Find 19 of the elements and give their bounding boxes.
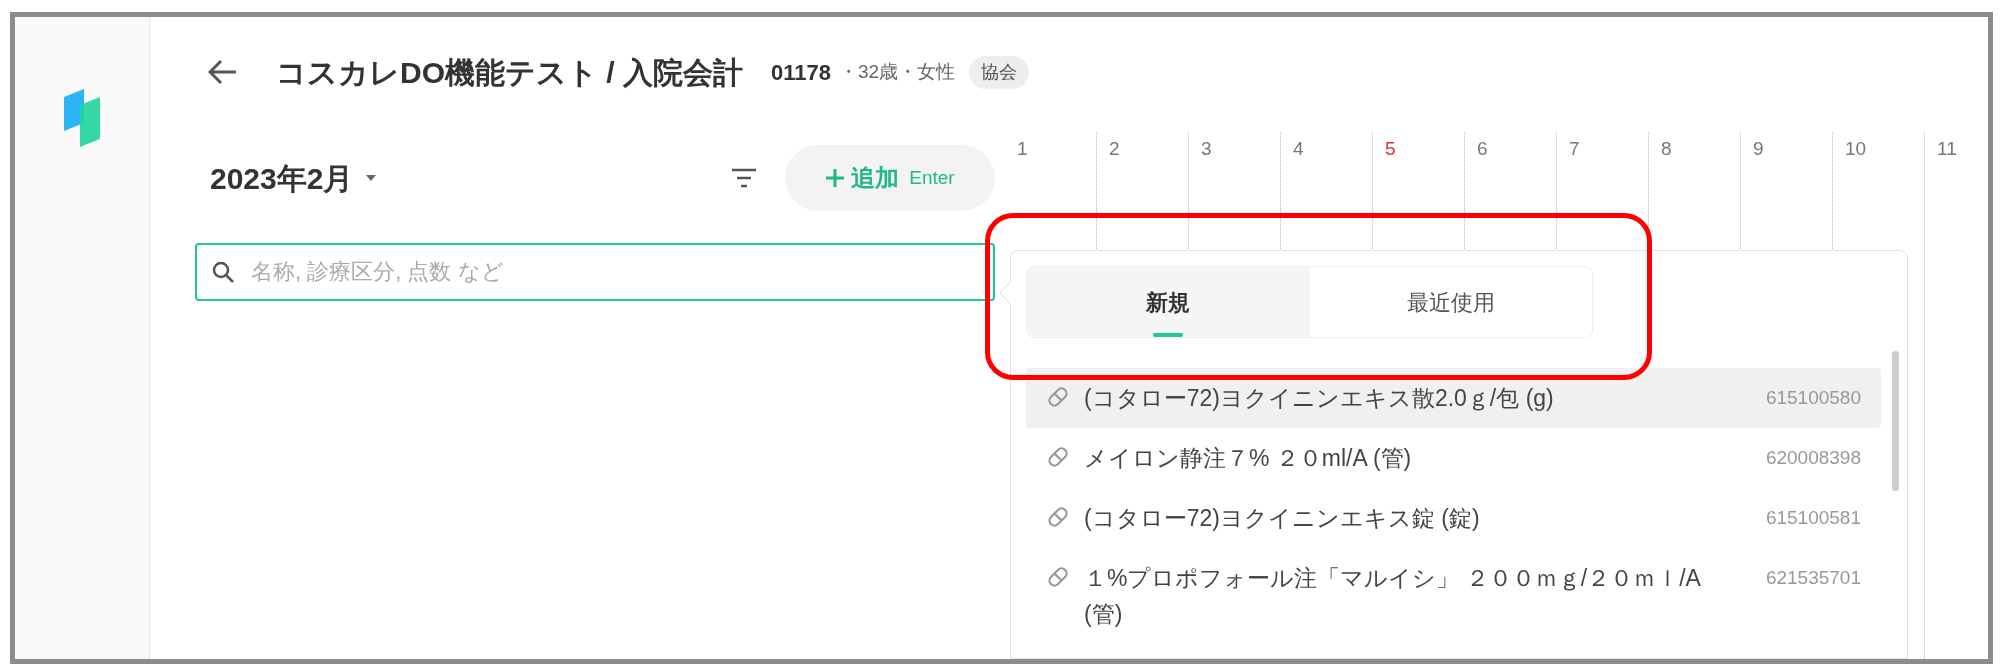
insurance-badge: 協会 bbox=[969, 55, 1030, 89]
day-label: 11 bbox=[1937, 138, 1957, 159]
day-label: 2 bbox=[1109, 138, 1120, 159]
popup-tab[interactable]: 新規 bbox=[1027, 267, 1310, 337]
day-label: 7 bbox=[1569, 138, 1580, 159]
medicine-item[interactable]: (コタロー72)ヨクイニンエキス散2.0ｇ/包 (g) 615100580 bbox=[1026, 368, 1881, 428]
page-title: コスカレDO機能テスト / 入院会計 bbox=[276, 54, 743, 91]
patient-id: 01178 bbox=[771, 58, 831, 87]
search-field[interactable]: 名称, 診療区分, 点数 など bbox=[195, 243, 995, 301]
patient-info: ・32歳・女性 bbox=[839, 59, 956, 84]
day-label: 9 bbox=[1753, 138, 1764, 159]
day-label: 5 bbox=[1385, 138, 1396, 159]
day-label: 6 bbox=[1477, 138, 1488, 159]
day-label: 1 bbox=[1017, 138, 1028, 159]
day-label: 10 bbox=[1845, 138, 1867, 159]
day-label: 4 bbox=[1293, 138, 1304, 159]
month-selector[interactable]: 2023年2月 bbox=[210, 155, 354, 201]
day-label: 3 bbox=[1201, 138, 1212, 159]
day-label: 8 bbox=[1661, 138, 1672, 159]
